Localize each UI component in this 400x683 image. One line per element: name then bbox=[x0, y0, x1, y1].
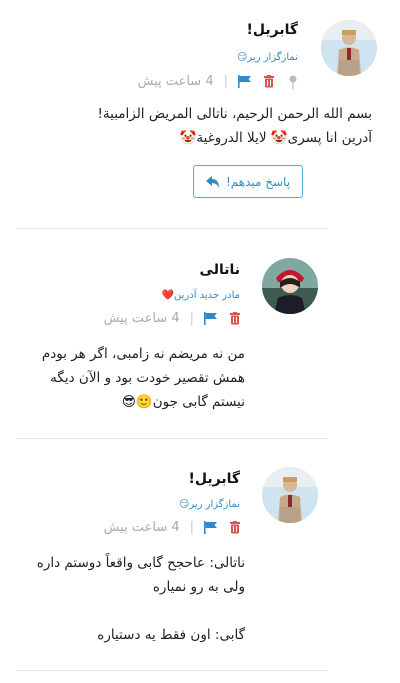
post-meta: | 4 ساعت پیش bbox=[104, 520, 242, 535]
divider bbox=[16, 670, 328, 671]
post-meta: | 4 ساعت پیش bbox=[138, 74, 300, 89]
delete-icon[interactable] bbox=[228, 521, 242, 535]
avatar[interactable] bbox=[262, 467, 318, 523]
post-time: 4 ساعت پیش bbox=[137, 74, 214, 89]
pin-icon[interactable] bbox=[286, 75, 300, 89]
comments-page: گابریل! نمازگزار ریر😏 | 4 ساعت پیش بسم ا… bbox=[0, 0, 400, 683]
user-rank: نمازگزار ریر😏 bbox=[236, 52, 298, 63]
post-meta: | 4 ساعت پیش bbox=[104, 311, 242, 326]
delete-icon[interactable] bbox=[228, 312, 242, 326]
reply-button[interactable]: پاسخ میدهم! bbox=[193, 165, 303, 198]
divider bbox=[16, 438, 328, 439]
author-name[interactable]: ناتالی bbox=[200, 262, 240, 278]
user-rank: نمازگزار ریر😏 bbox=[178, 499, 240, 510]
author-name[interactable]: گابریل! bbox=[246, 22, 298, 38]
post-body: بسم الله الرحمن الرحیم، ناتالی المریض ال… bbox=[97, 106, 372, 146]
user-rank: مادر جدید آدرین❤️ bbox=[161, 290, 240, 301]
meta-separator: | bbox=[189, 311, 194, 326]
flag-icon[interactable] bbox=[204, 312, 218, 326]
reply-icon bbox=[205, 175, 220, 189]
post-time: 4 ساعت پیش bbox=[103, 520, 180, 535]
flag-icon[interactable] bbox=[204, 521, 218, 535]
reply-button-label: پاسخ میدهم! bbox=[225, 174, 291, 189]
divider bbox=[16, 228, 328, 229]
delete-icon[interactable] bbox=[262, 75, 276, 89]
meta-separator: | bbox=[189, 520, 194, 535]
post-body: من نه مریضم نه زامبی، اگر هر بودم همش تق… bbox=[41, 346, 245, 410]
post-time: 4 ساعت پیش bbox=[103, 311, 180, 326]
avatar[interactable] bbox=[321, 20, 377, 76]
meta-separator: | bbox=[223, 74, 228, 89]
flag-icon[interactable] bbox=[238, 75, 252, 89]
post-body: ناتالی: عاحجح گابی واقعاً دوستم داره ولی… bbox=[36, 555, 245, 643]
author-name[interactable]: گابریل! bbox=[188, 471, 240, 487]
avatar[interactable] bbox=[262, 258, 318, 314]
